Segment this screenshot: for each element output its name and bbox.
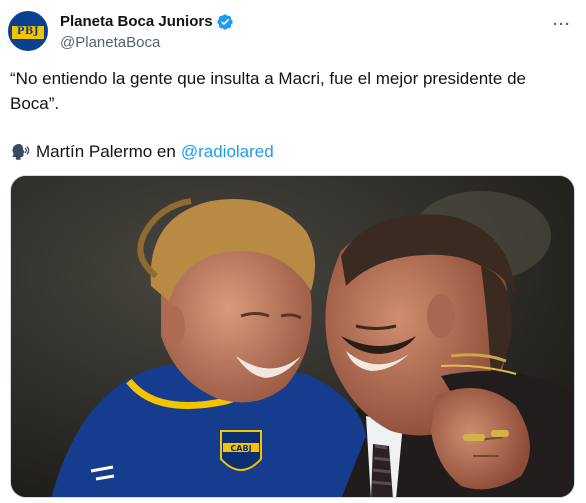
avatar[interactable]: PBJ — [8, 11, 48, 51]
tweet-photo[interactable]: CABJ — [10, 175, 575, 498]
more-icon: ··· — [553, 15, 571, 33]
author-name-row[interactable]: Planeta Boca Juniors — [60, 12, 234, 32]
verified-badge-icon — [216, 14, 233, 30]
avatar-text: PBJ — [16, 25, 40, 37]
tweet-card[interactable]: PBJ Planeta Boca Juniors @PlanetaBoca ··… — [0, 0, 586, 503]
mention-link[interactable]: @radiolared — [181, 139, 274, 164]
author-handle[interactable]: @PlanetaBoca — [60, 33, 160, 53]
more-options-button[interactable]: ··· — [552, 14, 572, 34]
speaker-text: Martín Palermo en — [36, 142, 176, 161]
tweet-credit: Martín Palermo en @radiolared — [10, 139, 274, 164]
crest-text: CABJ — [230, 444, 251, 453]
display-name[interactable]: Planeta Boca Juniors — [60, 12, 213, 32]
speaking-head-icon — [12, 143, 30, 160]
tweet-text: “No entiendo la gente que insulta a Macr… — [10, 69, 526, 113]
photo-illustration: CABJ — [11, 176, 574, 497]
